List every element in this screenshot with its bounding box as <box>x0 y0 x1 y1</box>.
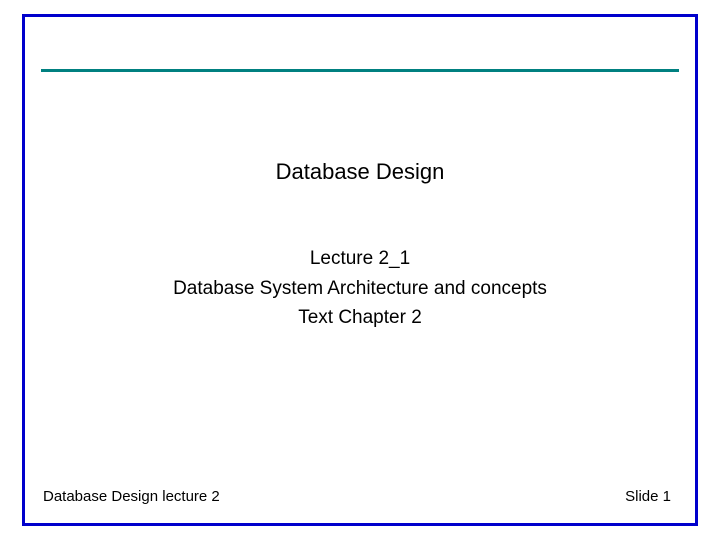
header-divider <box>41 69 679 72</box>
body-line-3: Text Chapter 2 <box>25 304 695 332</box>
body-line-1: Lecture 2_1 <box>25 245 695 273</box>
slide-frame: Database Design Lecture 2_1 Database Sys… <box>22 14 698 526</box>
slide-body: Lecture 2_1 Database System Architecture… <box>25 245 695 334</box>
slide-title: Database Design <box>25 159 695 185</box>
body-line-2: Database System Architecture and concept… <box>25 275 695 303</box>
footer-left: Database Design lecture 2 <box>43 488 220 505</box>
footer-right: Slide 1 <box>625 488 671 505</box>
